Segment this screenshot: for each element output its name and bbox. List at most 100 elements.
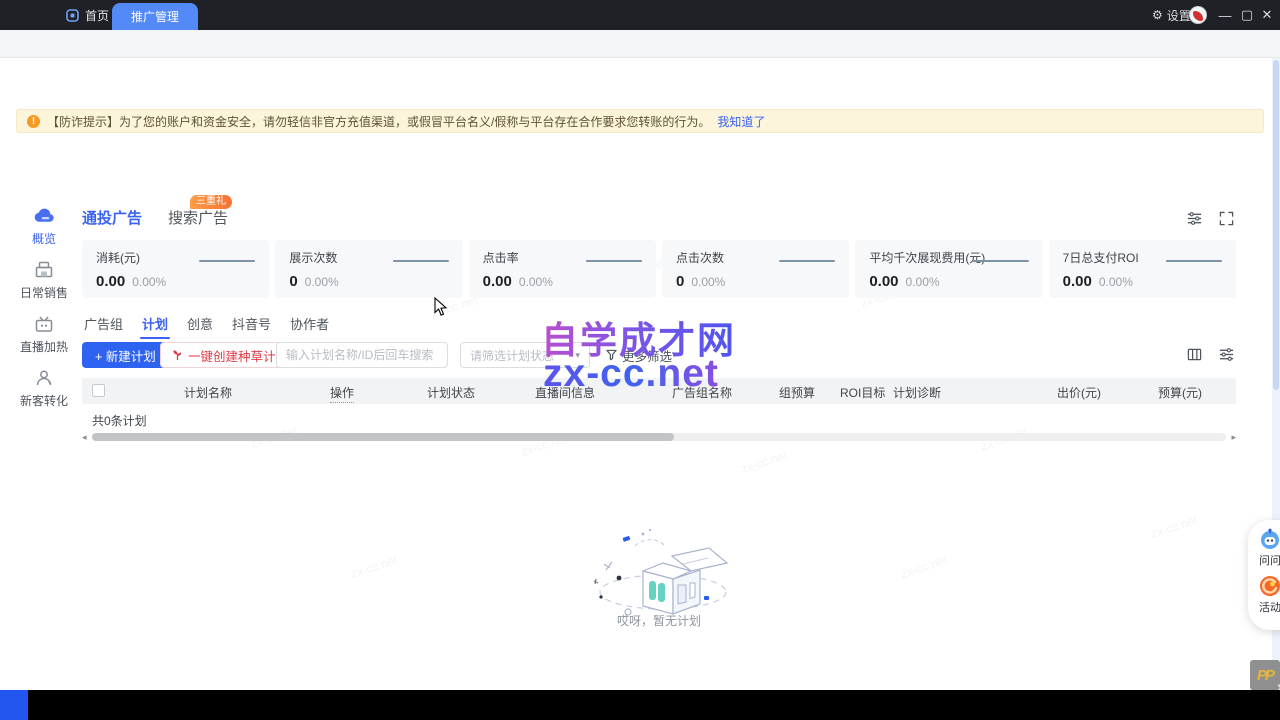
column-plan-diagnosis: 计划诊断 <box>893 384 941 401</box>
sparkline <box>1166 260 1222 262</box>
bottom-left-accent <box>0 690 28 720</box>
more-filters-button[interactable]: 更多筛选 <box>606 342 672 368</box>
column-settings-icon[interactable] <box>1186 346 1203 363</box>
bottom-black-bar <box>0 690 1280 720</box>
tab-plans[interactable]: 计划 <box>140 314 170 341</box>
scrollbar-thumb[interactable] <box>1273 60 1279 390</box>
sparkline <box>586 260 642 262</box>
window-tab-home[interactable]: 首页 <box>58 0 117 30</box>
window-tab-promotion[interactable]: 推广管理 <box>112 3 198 30</box>
more-filters-label: 更多筛选 <box>622 346 672 365</box>
tab-creatives[interactable]: 创意 <box>185 314 215 341</box>
stat-value: 0 <box>289 273 297 290</box>
funnel-icon <box>606 349 617 361</box>
plan-count: 共0条计划 <box>92 412 147 429</box>
stat-card-clicks: 点击次数 00.00% <box>662 240 849 298</box>
tab-ad-groups[interactable]: 广告组 <box>82 314 125 341</box>
column-ad-group-name: 广告组名称 <box>672 384 732 401</box>
column-bid: 出价(元) <box>1057 384 1101 401</box>
empty-box-illustration <box>588 522 738 618</box>
chevron-down-icon: ▾ <box>575 350 580 361</box>
stat-label: 点击率 <box>483 249 642 266</box>
warning-icon: ! <box>27 115 40 128</box>
banner-acknowledge-link[interactable]: 我知道了 <box>717 113 765 130</box>
minimize-icon[interactable]: — <box>1216 0 1234 30</box>
tab-collaborators[interactable]: 协作者 <box>288 314 331 341</box>
floating-helper-pill: 问问 活动 <box>1248 520 1280 630</box>
anti-fraud-banner: ! 【防诈提示】为了您的账户和资金安全，请勿轻信非官方充值渠道，或假冒平台名义/… <box>16 109 1264 133</box>
scrollbar-thumb[interactable] <box>92 433 674 441</box>
assistant-robot-icon[interactable] <box>1258 527 1280 551</box>
stat-label: 消耗(元) <box>96 249 255 266</box>
column-roi-target: ROI目标 <box>840 384 885 401</box>
settings-button[interactable]: ⚙ 设置 <box>1152 0 1191 30</box>
stat-sub: 0.00% <box>519 275 553 289</box>
plan-search-input[interactable] <box>286 348 441 362</box>
new-customer-icon <box>33 367 55 389</box>
avatar[interactable] <box>1189 6 1207 24</box>
column-live-room: 直播间信息 <box>535 384 595 401</box>
stat-sub: 0.00% <box>1099 275 1133 289</box>
daily-sales-icon <box>33 259 55 281</box>
gift-badge: 三重礼 <box>190 195 232 209</box>
stat-sub: 0.00% <box>132 275 166 289</box>
column-plan-status: 计划状态 <box>427 384 475 401</box>
maximize-icon[interactable]: ▢ <box>1238 0 1256 30</box>
stat-card-impressions: 展示次数 0 0.00% <box>275 240 462 298</box>
window-tab-label: 首页 <box>85 7 109 24</box>
status-placeholder: 请筛选计划状态 <box>470 347 554 364</box>
stat-value: 0.00 <box>96 273 125 290</box>
plan-search-box <box>276 342 448 368</box>
assistant-label[interactable]: 问问 <box>1248 552 1280 568</box>
stat-label: 展示次数 <box>289 249 448 266</box>
tab-general-ads[interactable]: 通投广告 <box>82 207 142 228</box>
tab-search-ads[interactable]: 搜索广告 三重礼 <box>168 207 228 228</box>
plan-table-header: 计划名称 操作 计划状态 直播间信息 广告组名称 组预算 ROI目标 计划诊断 … <box>82 378 1236 404</box>
gear-icon: ⚙ <box>1152 8 1163 22</box>
plan-status-select[interactable]: 请筛选计划状态 ▾ <box>460 342 590 368</box>
sidebar-item-daily-sales[interactable]: 日常销售 <box>16 259 72 301</box>
sidebar-item-label: 概览 <box>16 230 72 247</box>
horizontal-scrollbar[interactable]: ◂ ▸ <box>82 432 1236 442</box>
sidebar-item-new-customer[interactable]: 新客转化 <box>16 367 72 409</box>
stat-value: 0 <box>676 273 684 290</box>
column-plan-name: 计划名称 <box>184 384 232 401</box>
tile-watermark: zx-cc.net <box>739 448 789 476</box>
app-header <box>0 58 1272 100</box>
stat-sub: 0.00% <box>691 275 725 289</box>
filter-settings-icon[interactable] <box>1218 346 1235 363</box>
stat-value: 0.00 <box>1063 273 1092 290</box>
settings-label: 设置 <box>1167 7 1191 24</box>
new-plan-button[interactable]: + 新建计划 <box>82 342 169 368</box>
live-heat-icon <box>33 313 55 335</box>
sidebar-item-label: 日常销售 <box>16 284 72 301</box>
select-all-checkbox[interactable] <box>92 384 105 397</box>
stat-value: 0.00 <box>869 273 898 290</box>
metric-settings-icon[interactable] <box>1186 210 1203 227</box>
close-icon[interactable]: ✕ <box>1258 0 1276 30</box>
sparkline <box>199 260 255 262</box>
stat-card-roi: 7日总支付ROI 0.000.00% <box>1049 240 1236 298</box>
browser-toolbar <box>0 30 1280 58</box>
stat-card-cpm: 平均千次展现费用(元) 0.000.00% <box>855 240 1042 298</box>
scroll-left-icon[interactable]: ◂ <box>82 432 87 442</box>
recorder-logo: PP ▾ <box>1250 660 1280 690</box>
sprout-icon <box>172 349 183 361</box>
ad-type-tabs: 通投广告 搜索广告 三重礼 <box>82 207 228 228</box>
stat-sub: 0.00% <box>305 275 339 289</box>
sidebar-item-live-heat[interactable]: 直播加热 <box>16 313 72 355</box>
tab-douyin-account[interactable]: 抖音号 <box>230 314 273 341</box>
sparkline <box>393 260 449 262</box>
mouse-cursor <box>434 297 448 317</box>
sidebar-item-label: 新客转化 <box>16 392 72 409</box>
sparkline <box>779 260 835 262</box>
stat-card-cost: 消耗(元) 0.00 0.00% <box>82 240 269 298</box>
stat-card-ctr: 点击率 0.000.00% <box>469 240 656 298</box>
scroll-right-icon[interactable]: ▸ <box>1231 432 1236 442</box>
activity-icon[interactable] <box>1258 574 1280 598</box>
fullscreen-icon[interactable] <box>1218 210 1235 227</box>
entity-tabs: 广告组 计划 创意 抖音号 协作者 <box>82 314 331 341</box>
activity-label[interactable]: 活动 <box>1248 599 1280 615</box>
sidebar-item-overview[interactable]: 概览 <box>16 205 72 247</box>
stat-sub: 0.00% <box>906 275 940 289</box>
